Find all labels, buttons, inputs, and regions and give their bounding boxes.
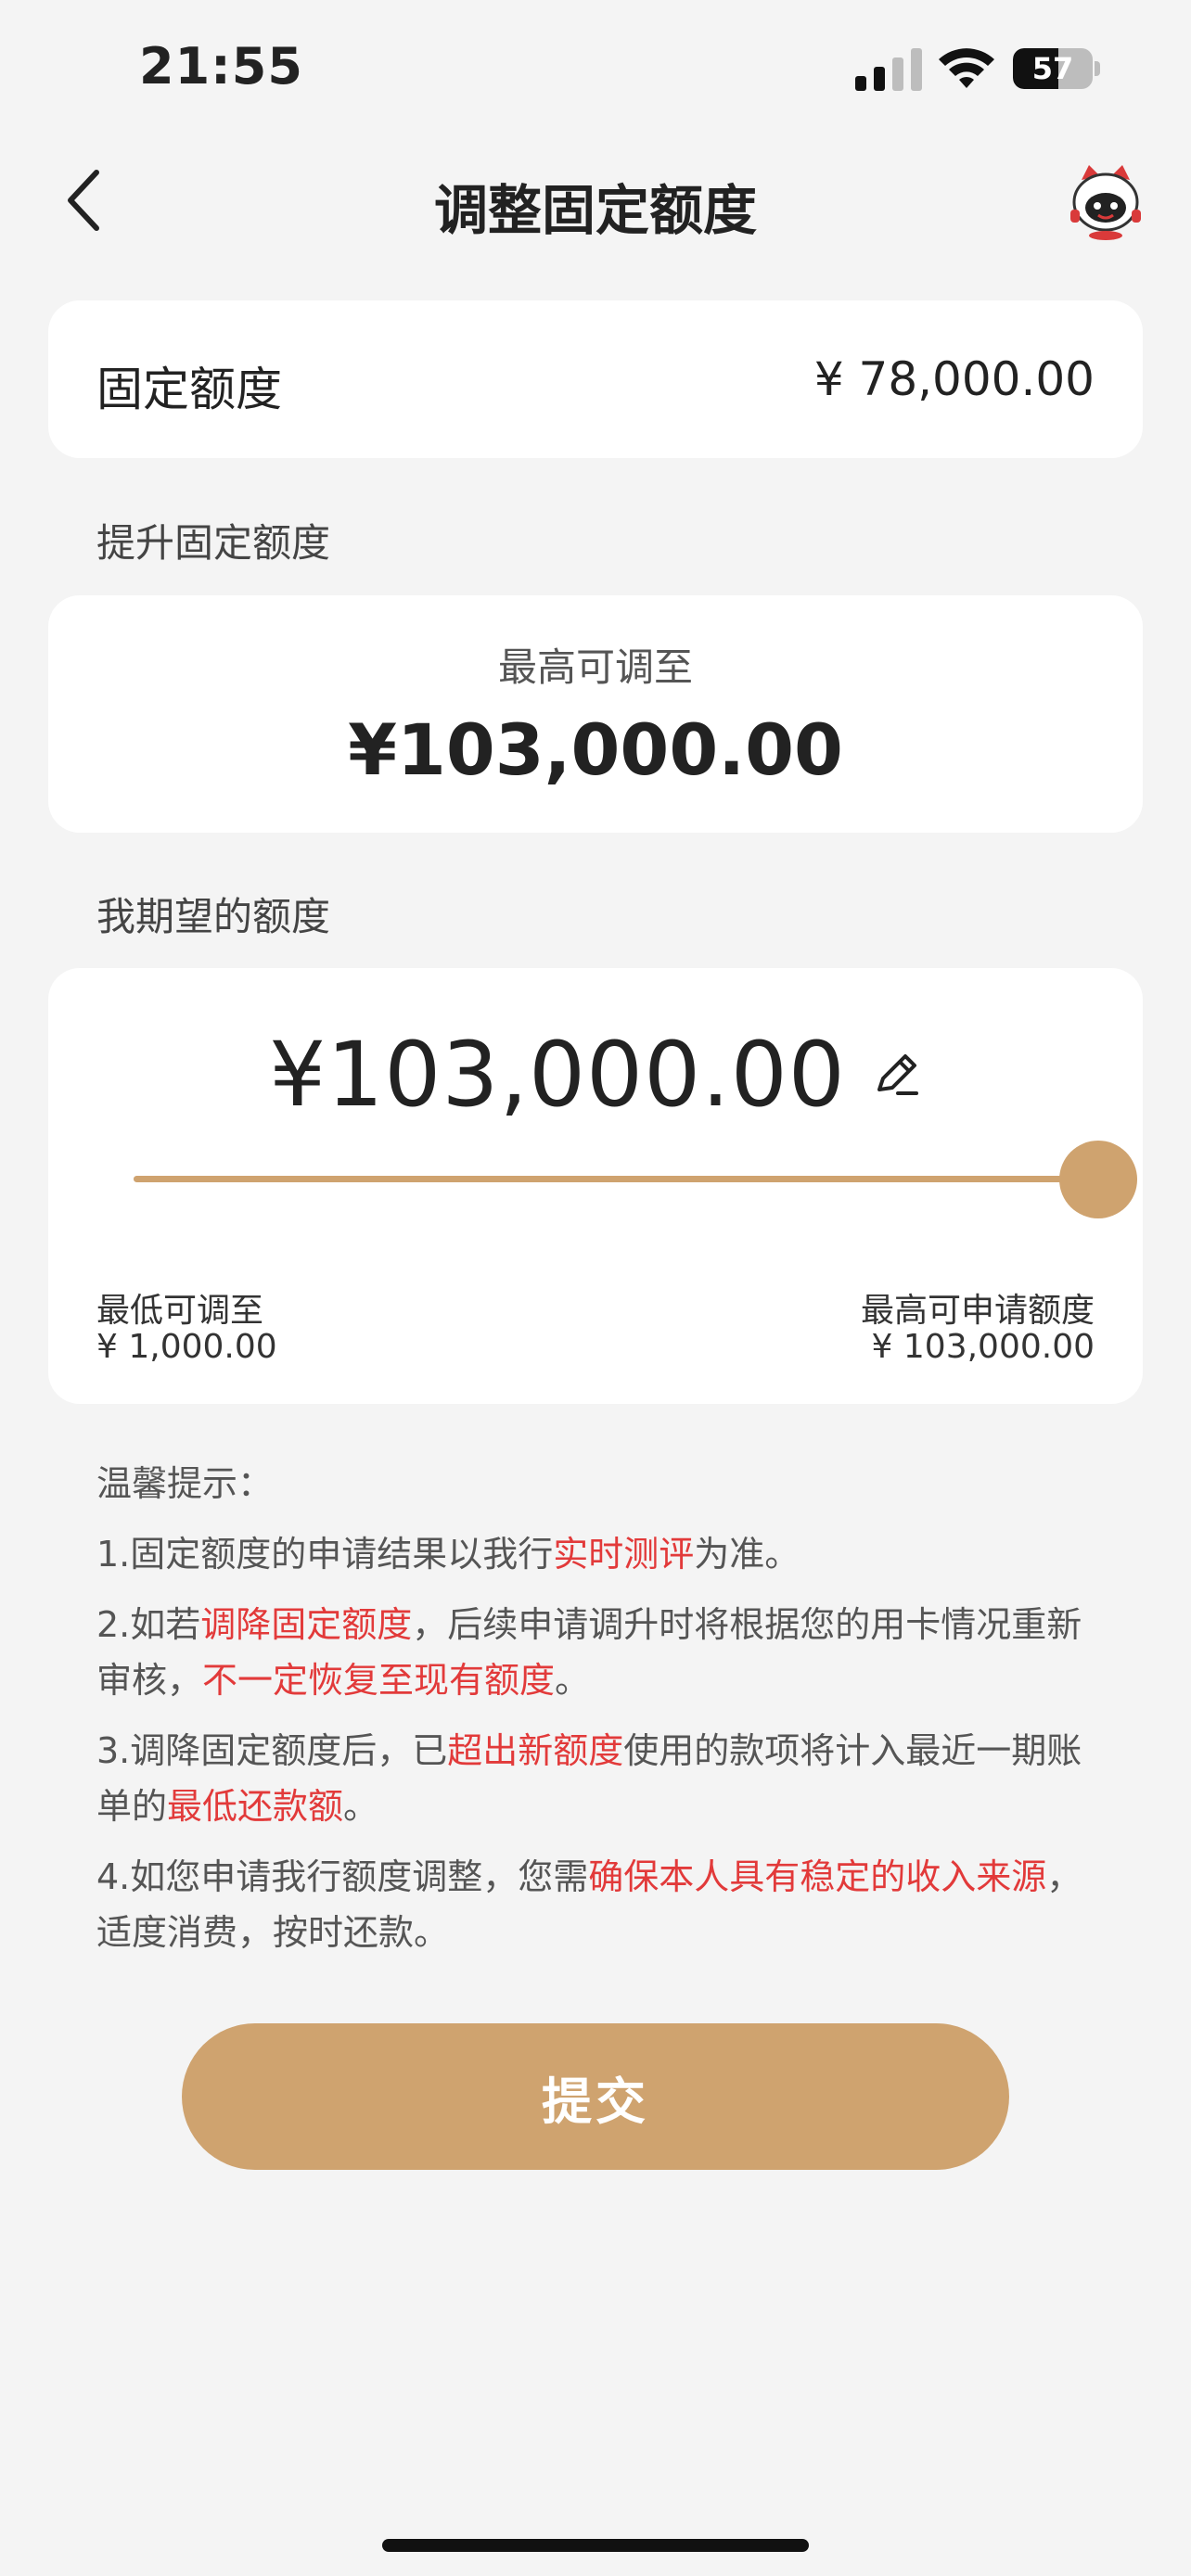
- tip-text: 3.调降固定额度后，已: [96, 1730, 448, 1771]
- tip-item: 4.如您申请我行额度调整，您需确保本人具有稳定的收入来源，适度消费，按时还款。: [96, 1849, 1098, 1960]
- tips-title: 温馨提示：: [96, 1463, 274, 1504]
- slider-fill: [134, 1176, 1098, 1182]
- tip-item: 2.如若调降固定额度，后续申请调升时将根据您的用卡情况重新审核，不一定恢复至现有…: [96, 1597, 1098, 1708]
- max-apply-value: ¥ 103,000.00: [871, 1328, 1095, 1366]
- desired-limit-card: ¥103,000.00 最低可调至 ¥ 1,000.00 最高可申请额度 ¥ 1…: [48, 968, 1143, 1404]
- tip-text: 2.如若: [96, 1604, 201, 1645]
- desired-section-label: 我期望的额度: [96, 894, 331, 939]
- fixed-limit-card: 固定额度 ¥ 78,000.00: [48, 300, 1143, 458]
- tip-item: 1.固定额度的申请结果以我行实时测评为准。: [96, 1526, 1098, 1582]
- tip-highlight: 确保本人具有稳定的收入来源: [588, 1856, 1047, 1897]
- tip-text: 为准。: [694, 1534, 800, 1575]
- home-indicator: [382, 2539, 809, 2552]
- edit-icon[interactable]: [870, 1049, 922, 1101]
- cellular-signal-icon: [855, 48, 922, 91]
- desired-amount-row[interactable]: ¥103,000.00: [48, 1023, 1143, 1127]
- max-apply-label: 最高可申请额度: [860, 1292, 1095, 1330]
- status-time: 21:55: [139, 37, 303, 96]
- max-adjustable-card: 最高可调至 ¥103,000.00: [48, 595, 1143, 833]
- max-adjustable-value: ¥103,000.00: [348, 708, 843, 791]
- tip-text: 4.如您申请我行额度调整，您需: [96, 1856, 589, 1897]
- tip-highlight: 调降固定额度: [200, 1604, 413, 1645]
- tip-text: 。: [343, 1786, 379, 1827]
- tip-text: 。: [555, 1660, 591, 1701]
- fixed-limit-label: 固定额度: [96, 363, 282, 416]
- fixed-limit-value: ¥ 78,000.00: [813, 352, 1095, 406]
- increase-section-label: 提升固定额度: [96, 520, 331, 566]
- mascot-icon[interactable]: [1065, 159, 1146, 241]
- tip-highlight: 最低还款额: [167, 1786, 344, 1827]
- min-limit-value: ¥ 1,000.00: [96, 1328, 277, 1366]
- tip-highlight: 超出新额度: [447, 1730, 624, 1771]
- wifi-icon: [939, 48, 994, 88]
- battery-percentage: 57: [1031, 51, 1074, 86]
- battery-icon: 57: [1013, 48, 1102, 89]
- tip-item: 3.调降固定额度后，已超出新额度使用的款项将计入最近一期账单的最低还款额。: [96, 1723, 1098, 1834]
- tip-text: 1.固定额度的申请结果以我行: [96, 1534, 554, 1575]
- submit-button[interactable]: 提交: [182, 2023, 1009, 2170]
- tip-highlight: 不一定恢复至现有额度: [202, 1660, 556, 1701]
- desired-amount-value[interactable]: ¥103,000.00: [269, 1023, 846, 1127]
- limit-slider[interactable]: [134, 1141, 1145, 1218]
- tip-highlight: 实时测评: [553, 1534, 695, 1575]
- max-adjustable-label: 最高可调至: [497, 644, 693, 690]
- tips-section: 温馨提示： 1.固定额度的申请结果以我行实时测评为准。 2.如若调降固定额度，后…: [96, 1456, 1098, 1960]
- page-title: 调整固定额度: [433, 179, 757, 242]
- slider-thumb[interactable]: [1059, 1141, 1137, 1218]
- min-limit-label: 最低可调至: [96, 1292, 264, 1330]
